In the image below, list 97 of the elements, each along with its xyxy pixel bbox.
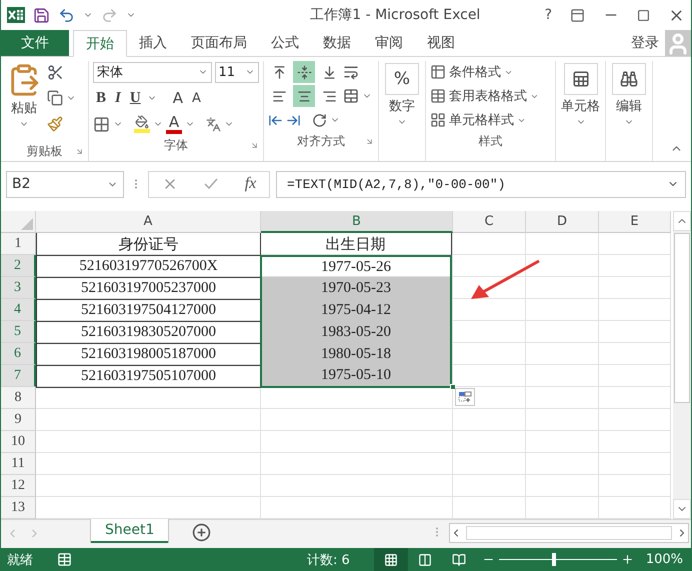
zoom-thumb[interactable] <box>552 553 556 566</box>
decrease-indent-icon[interactable] <box>268 112 283 128</box>
column-header[interactable]: B <box>261 211 453 233</box>
table-cell[interactable]: 1983-05-20 <box>260 321 452 344</box>
paste-button[interactable]: 粘贴 <box>5 61 43 141</box>
shrink-font-button[interactable]: A <box>188 90 204 106</box>
status-text: 就绪 <box>7 552 33 568</box>
row-header[interactable]: 10 <box>1 431 36 453</box>
dialog-launcher-icon[interactable] <box>250 140 259 150</box>
scroll-thumb[interactable] <box>674 233 690 403</box>
format-painter-icon[interactable] <box>47 116 63 132</box>
table-icon[interactable] <box>430 64 446 80</box>
add-sheet-icon[interactable] <box>192 523 212 542</box>
save-icon[interactable] <box>33 6 50 24</box>
binoculars-icon[interactable] <box>620 70 638 88</box>
editing-button[interactable]: 编辑 <box>610 61 648 129</box>
italic-button[interactable]: I <box>112 90 124 106</box>
column-header[interactable]: E <box>599 211 671 233</box>
ribbon-tab[interactable]: 插入 <box>127 30 179 56</box>
fill-handle[interactable] <box>450 384 456 390</box>
row-header[interactable]: 5 <box>1 321 36 343</box>
table-cell[interactable]: 1980-05-18 <box>260 343 452 366</box>
table-cell[interactable]: 出生日期 <box>260 233 452 256</box>
column-header[interactable]: D <box>526 211 599 233</box>
insert-function-button[interactable]: fx <box>244 175 256 193</box>
sign-in-link[interactable]: 登录 <box>631 30 665 56</box>
group-label: 字体 <box>164 136 188 154</box>
ribbon-display-icon[interactable] <box>570 8 585 22</box>
table-cell[interactable]: 1970-05-23 <box>260 277 452 300</box>
align-middle-icon[interactable] <box>293 61 315 83</box>
table-icon[interactable] <box>430 88 446 104</box>
cells-icon[interactable] <box>572 70 590 88</box>
spreadsheet-logo-icon[interactable] <box>7 6 25 24</box>
paste-options-button[interactable] <box>455 388 475 406</box>
group-label: 样式 <box>478 132 502 150</box>
file-tab[interactable]: 文件 <box>1 30 69 56</box>
row-header[interactable]: 6 <box>1 343 36 365</box>
row-header[interactable]: 11 <box>1 453 36 475</box>
column-header[interactable]: C <box>453 211 526 233</box>
sheet-tab[interactable]: Sheet1 <box>91 519 168 543</box>
orientation-icon[interactable] <box>312 112 327 128</box>
dialog-launcher-icon[interactable] <box>75 146 84 156</box>
formula-field[interactable]: =TEXT(MID(A2,7,8),"0-00-00") <box>276 170 686 198</box>
maximize-icon[interactable] <box>637 8 650 22</box>
row-header[interactable]: 3 <box>1 277 36 299</box>
underline-button[interactable]: U <box>126 90 144 106</box>
group-label: 对齐方式 <box>297 132 345 150</box>
fill-color-icon[interactable] <box>134 115 150 133</box>
align-center-icon[interactable] <box>293 85 315 107</box>
dialog-launcher-icon[interactable] <box>365 136 374 146</box>
number-button[interactable]: % 数字 <box>383 61 421 129</box>
count-text: 计数: 6 <box>307 552 350 568</box>
wrap-text-icon[interactable] <box>343 64 359 80</box>
cell-style-button[interactable]: 单元格样式 <box>430 109 551 131</box>
cells-button[interactable]: 单元格 <box>560 61 601 129</box>
name-box[interactable]: B2 <box>6 170 124 198</box>
table-cell[interactable]: 52160319770526700X <box>36 255 261 278</box>
normal-view-icon[interactable] <box>374 548 408 571</box>
row-header[interactable]: 4 <box>1 299 36 321</box>
window-title: 工作簿1 - Microsoft Excel <box>309 6 482 24</box>
cut-icon[interactable] <box>47 64 64 80</box>
bold-button[interactable]: B <box>93 90 110 106</box>
zoom-in-icon[interactable] <box>620 553 634 566</box>
table-format-button[interactable]: 套用表格格式 <box>430 85 551 107</box>
conditional-format-button[interactable]: 条件格式 <box>430 61 551 83</box>
column-header[interactable]: A <box>36 211 261 233</box>
table-cell[interactable]: 1975-05-10 <box>260 365 452 388</box>
check-icon[interactable] <box>203 177 220 191</box>
ribbon-tab[interactable]: 视图 <box>415 30 467 56</box>
increase-indent-icon[interactable] <box>286 112 301 128</box>
row-header[interactable]: 9 <box>1 409 36 431</box>
row-header[interactable]: 8 <box>1 387 36 409</box>
merge-icon[interactable] <box>343 88 359 104</box>
group-label: 剪贴板 <box>26 142 62 160</box>
help-button[interactable]: ? <box>544 7 552 23</box>
grow-font-button[interactable]: A <box>170 89 186 107</box>
copy-icon[interactable] <box>47 90 63 106</box>
borders-icon[interactable] <box>93 116 110 132</box>
zoom-level[interactable]: 100% <box>646 552 683 567</box>
font-color-button[interactable]: A <box>166 114 182 134</box>
ribbon-tab[interactable]: 审阅 <box>363 30 415 56</box>
ribbon-tab[interactable]: 页面布局 <box>179 30 259 56</box>
table-icon[interactable] <box>430 112 446 128</box>
row-header[interactable]: 7 <box>1 365 36 387</box>
ribbon-tab[interactable]: 公式 <box>259 30 311 56</box>
row-header[interactable]: 13 <box>1 497 36 519</box>
table-cell[interactable]: 身份证号 <box>36 233 261 256</box>
font-size-select[interactable]: 11 <box>214 62 259 82</box>
row-header[interactable]: 1 <box>1 233 36 255</box>
horizontal-scrollbar[interactable] <box>449 523 689 543</box>
ribbon-tab[interactable]: 开始 <box>73 30 127 57</box>
row-header[interactable]: 2 <box>1 255 36 277</box>
table-cell[interactable]: 1975-04-12 <box>260 299 452 322</box>
row-header[interactable]: 12 <box>1 475 36 497</box>
undo-icon[interactable] <box>58 6 75 24</box>
ribbon-tab[interactable]: 数据 <box>311 30 363 56</box>
font-name-select[interactable]: 宋体 <box>93 62 212 82</box>
